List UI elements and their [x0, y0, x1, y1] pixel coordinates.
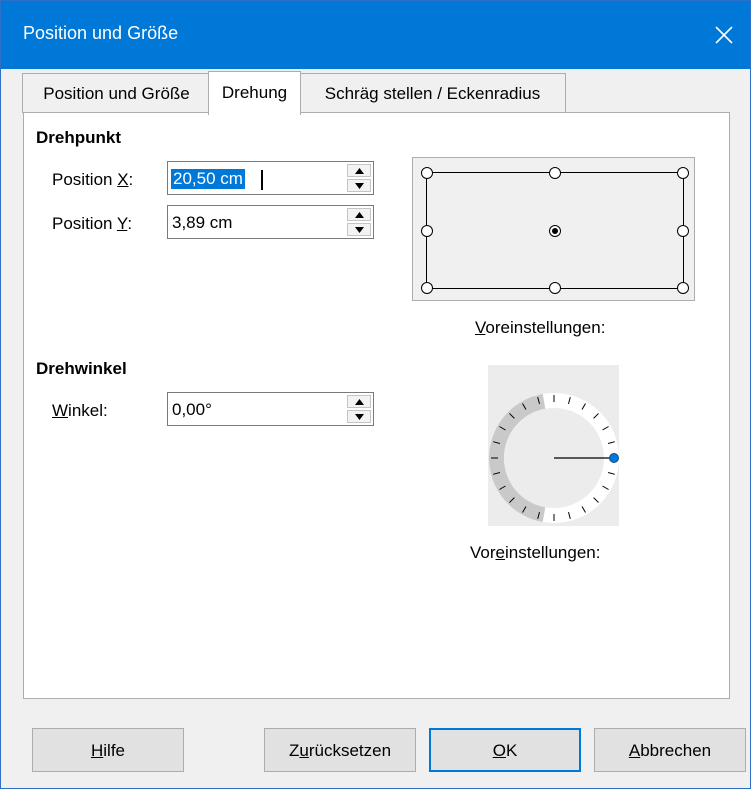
arrow-up-icon [355, 168, 364, 174]
pivot-preset-frame [421, 167, 689, 294]
decrement-button[interactable] [347, 179, 371, 192]
position-y-spin-buttons [347, 208, 371, 236]
preset-middle-right[interactable] [677, 225, 689, 237]
increment-button[interactable] [347, 208, 371, 221]
position-x-spinbox[interactable]: 20,50 cm [167, 161, 374, 195]
preset-top-right[interactable] [677, 167, 689, 179]
arrow-up-icon [355, 212, 364, 218]
arrow-down-icon [355, 414, 364, 420]
dialog-window: Position und Größe Position und Größe Dr… [0, 0, 751, 789]
increment-button[interactable] [347, 395, 371, 408]
tab-drehung[interactable]: Drehung [208, 71, 301, 115]
tab-schraeg-stellen[interactable]: Schräg stellen / Eckenradius [299, 73, 566, 113]
winkel-value[interactable]: 0,00° [172, 400, 212, 420]
position-x-spin-buttons [347, 164, 371, 192]
close-icon [715, 26, 733, 44]
selected-dot [552, 228, 558, 234]
winkel-label: Winkel: [52, 401, 108, 420]
position-y-value[interactable]: 3,89 cm [172, 213, 232, 233]
angle-heading: Drehwinkel [36, 359, 127, 378]
close-button[interactable] [698, 1, 750, 69]
help-button[interactable]: Hilfe [32, 728, 184, 772]
preset-middle-left[interactable] [421, 225, 433, 237]
dial-graphic [489, 393, 619, 523]
window-title: Position und Größe [23, 23, 179, 43]
winkel-spin-buttons [347, 395, 371, 423]
decrement-button[interactable] [347, 223, 371, 236]
preset-bottom-center[interactable] [549, 282, 561, 294]
pivot-heading: Drehpunkt [36, 128, 121, 147]
arrow-up-icon [355, 399, 364, 405]
preset-bottom-right[interactable] [677, 282, 689, 294]
cancel-button[interactable]: Abbrechen [594, 728, 746, 772]
pivot-preset-selector[interactable] [412, 157, 695, 301]
preset-center[interactable] [549, 225, 561, 237]
tab-label: Drehung [221, 83, 288, 102]
position-y-label: Position Y: [52, 214, 133, 233]
arrow-down-icon [355, 183, 364, 189]
increment-button[interactable] [347, 164, 371, 177]
ok-button[interactable]: OK [429, 728, 581, 772]
title-bar: Position und Größe [1, 1, 750, 69]
decrement-button[interactable] [347, 410, 371, 423]
position-x-label: Position X: [52, 170, 134, 189]
angle-presets-label: Voreinstellungen: [470, 543, 601, 562]
angle-dial[interactable] [488, 365, 619, 526]
tab-label: Position und Größe [43, 84, 190, 103]
arrow-down-icon [355, 227, 364, 233]
preset-top-left[interactable] [421, 167, 433, 179]
position-x-value[interactable]: 20,50 cm [171, 169, 245, 189]
preset-bottom-left[interactable] [421, 282, 433, 294]
pivot-presets-label: Voreinstellungen: [475, 318, 606, 337]
tab-position-und-groesse[interactable]: Position und Größe [22, 73, 211, 113]
reset-button[interactable]: Zurücksetzen [264, 728, 416, 772]
preset-top-center[interactable] [549, 167, 561, 179]
tab-label: Schräg stellen / Eckenradius [324, 84, 541, 103]
text-caret [261, 170, 263, 190]
position-y-spinbox[interactable]: 3,89 cm [167, 205, 374, 239]
winkel-spinbox[interactable]: 0,00° [167, 392, 374, 426]
